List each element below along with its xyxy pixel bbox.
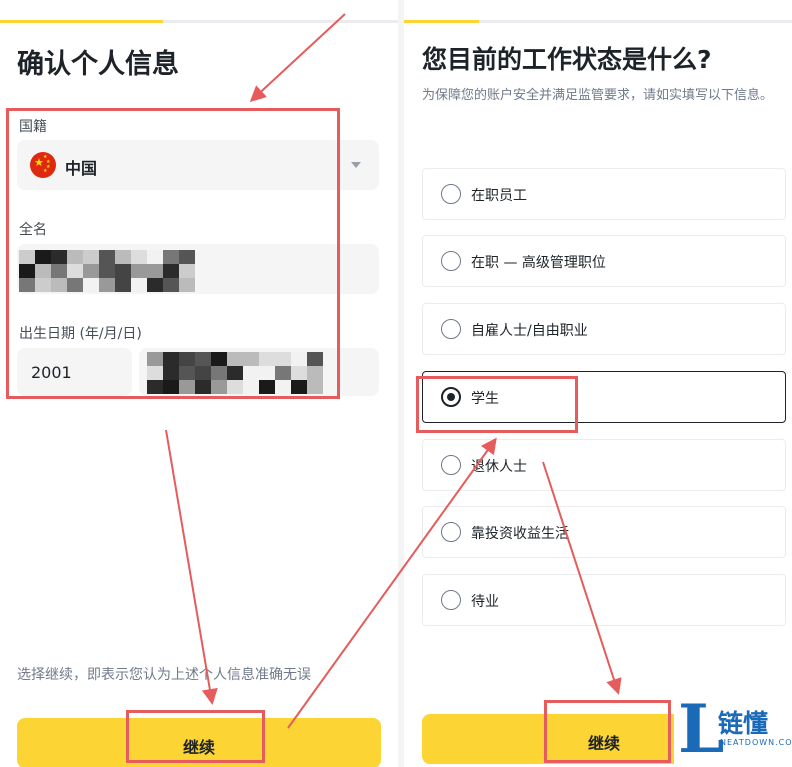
radio-button-icon <box>441 590 461 610</box>
fullname-label: 全名 <box>19 222 47 238</box>
nationality-value: 中国 <box>65 159 98 178</box>
option-employed[interactable]: 在职员工 <box>422 168 786 220</box>
option-label: 学生 <box>471 391 499 407</box>
redacted-date <box>147 352 323 394</box>
radio-button-icon <box>441 251 461 271</box>
option-retired[interactable]: 退休人士 <box>422 439 786 491</box>
radio-button-checked-icon <box>441 387 461 407</box>
site-watermark: L 链懂 NEATDOWN.COM <box>674 694 792 767</box>
employment-status-screen: 您目前的工作状态是什么? 为保障您的账户安全并满足监管要求，请如实填写以下信息。… <box>404 0 792 767</box>
watermark-name: 链懂 <box>718 709 769 738</box>
nationality-label: 国籍 <box>19 119 47 135</box>
personal-info-screen: 确认个人信息 国籍 ★ ★ ★ ★ ★ 中国 全名 出生日期 (年/月/日) 2… <box>0 0 398 767</box>
page-title: 您目前的工作状态是什么? <box>422 45 712 74</box>
china-flag-icon: ★ ★ ★ ★ ★ <box>30 152 56 178</box>
radio-button-icon <box>441 319 461 339</box>
option-investment-income[interactable]: 靠投资收益生活 <box>422 506 786 558</box>
option-self-employed[interactable]: 自雇人士/自由职业 <box>422 303 786 355</box>
continue-button[interactable]: 继续 <box>17 718 381 767</box>
watermark-url: NEATDOWN.COM <box>720 738 792 747</box>
confirmation-disclaimer: 选择继续，即表示您认为上述个人信息准确无误 <box>17 667 311 683</box>
option-label: 在职员工 <box>471 188 527 204</box>
dob-label: 出生日期 (年/月/日) <box>19 326 142 342</box>
continue-button-label: 继续 <box>182 738 215 757</box>
option-label: 靠投资收益生活 <box>471 526 569 542</box>
caret-down-icon <box>351 162 361 168</box>
option-label: 待业 <box>471 594 499 610</box>
dob-year-value: 2001 <box>31 363 72 382</box>
option-label: 退休人士 <box>471 459 527 475</box>
radio-button-icon <box>441 455 461 475</box>
option-label: 自雇人士/自由职业 <box>471 323 588 339</box>
nationality-select[interactable]: ★ ★ ★ ★ ★ 中国 <box>17 140 379 190</box>
redacted-name <box>19 250 195 292</box>
option-student[interactable]: 学生 <box>422 371 786 423</box>
dob-year-input[interactable]: 2001 <box>17 348 132 396</box>
option-label: 在职 — 高级管理职位 <box>471 255 606 271</box>
progress-fill <box>404 20 479 23</box>
radio-button-icon <box>441 184 461 204</box>
page-subtitle: 为保障您的账户安全并满足监管要求，请如实填写以下信息。 <box>422 88 774 103</box>
dob-month-day-input[interactable] <box>139 348 379 396</box>
option-senior-management[interactable]: 在职 — 高级管理职位 <box>422 235 786 287</box>
option-unemployed[interactable]: 待业 <box>422 574 786 626</box>
fullname-input[interactable] <box>17 244 379 294</box>
radio-button-icon <box>441 522 461 542</box>
page-title: 确认个人信息 <box>17 49 179 80</box>
progress-fill <box>0 20 163 23</box>
